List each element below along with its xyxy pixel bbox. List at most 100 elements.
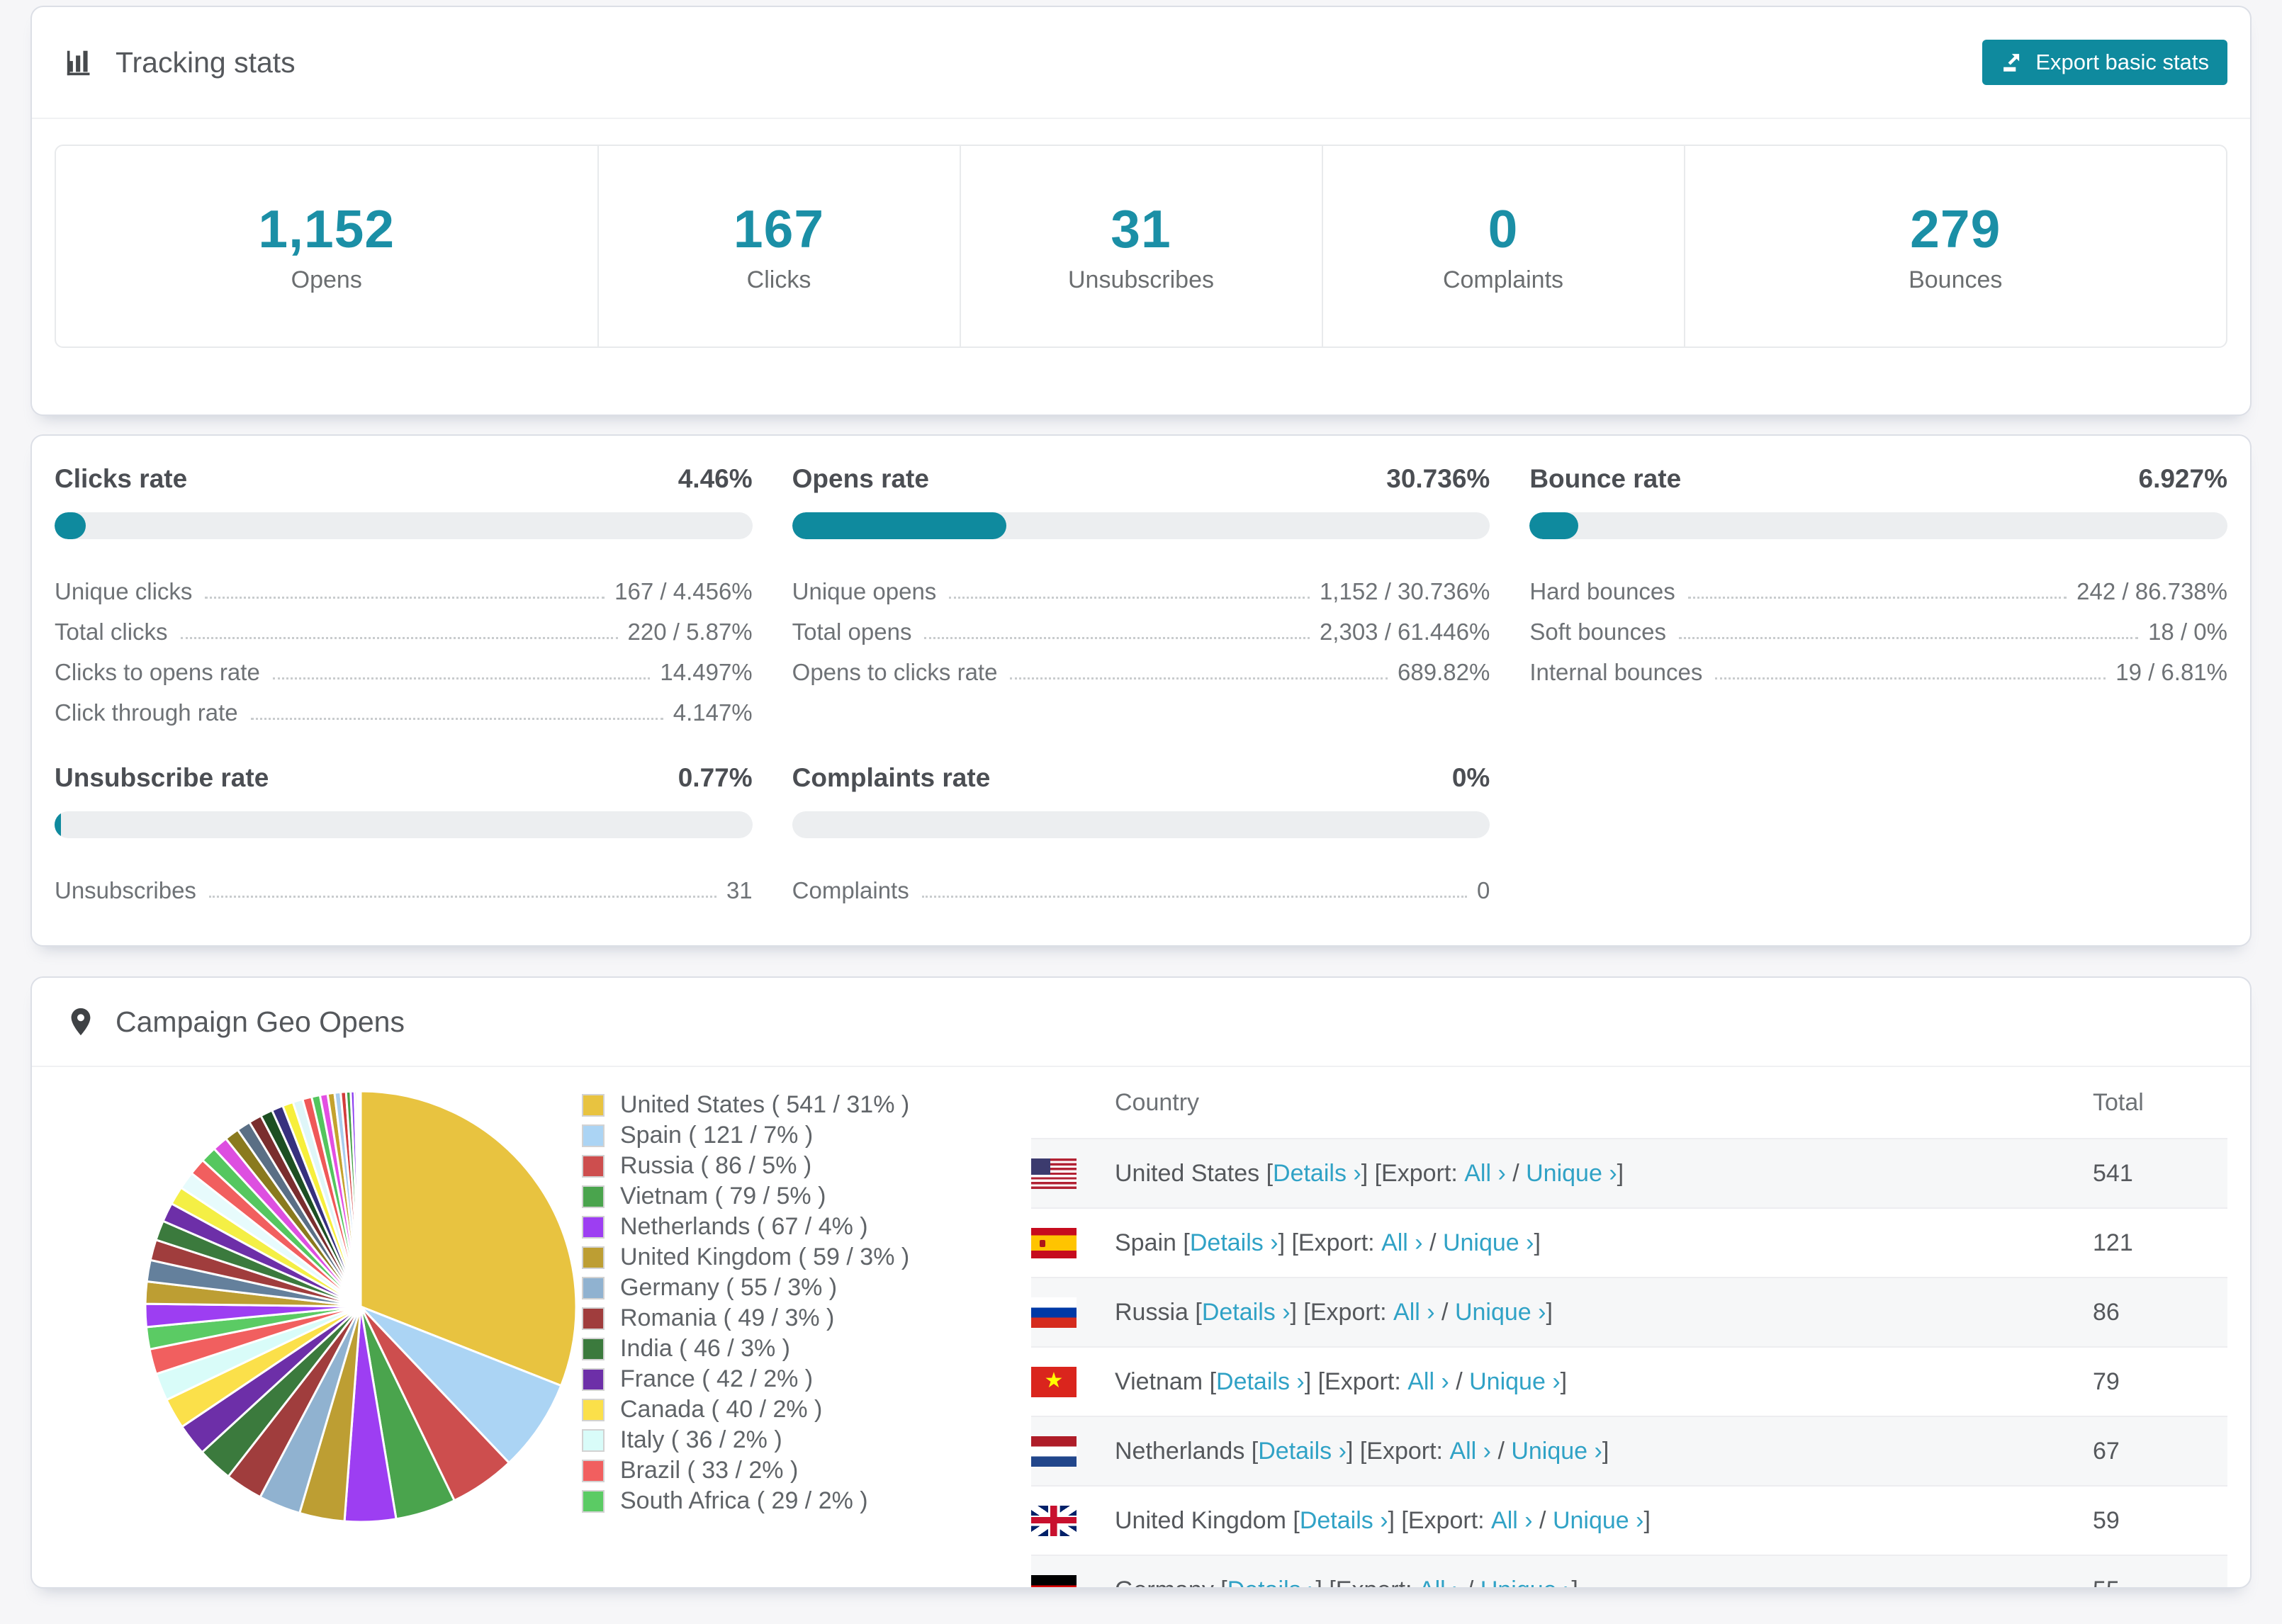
bracket: [ bbox=[1220, 1577, 1227, 1588]
legend-label: Italy ( 36 / 2% ) bbox=[620, 1426, 782, 1453]
slash-separator: / bbox=[1532, 1506, 1553, 1534]
rate-row-value: 2,303 / 61.446% bbox=[1319, 619, 1490, 645]
legend-label: South Africa ( 29 / 2% ) bbox=[620, 1487, 868, 1514]
stat-cell-complaints: 0 Complaints bbox=[1321, 146, 1684, 346]
bracket: ] bbox=[1617, 1159, 1624, 1187]
bracket: ] [Export: bbox=[1361, 1159, 1465, 1187]
bracket: ] bbox=[1571, 1577, 1578, 1588]
geo-table: Country Total United States [Details ›] … bbox=[1031, 1067, 2227, 1588]
table-row-nl: Netherlands [Details ›] [Export: All › /… bbox=[1031, 1416, 2227, 1485]
export-unique-link[interactable]: Unique › bbox=[1526, 1160, 1617, 1188]
legend-item: Germany ( 55 / 3% ) bbox=[582, 1273, 1007, 1303]
stat-cell-clicks: 167 Clicks bbox=[597, 146, 960, 346]
slash-separator: / bbox=[1491, 1437, 1512, 1465]
card1-padding bbox=[32, 348, 2250, 415]
rate-rows: Unique clicks 167 / 4.456% Total clicks 220… bbox=[55, 565, 753, 726]
flag-cell bbox=[1031, 1227, 1115, 1258]
bracket: [ bbox=[1293, 1506, 1300, 1534]
rate-row: Click through rate 4.147% bbox=[55, 686, 753, 726]
rate-row: Unique clicks 167 / 4.456% bbox=[55, 565, 753, 605]
legend-swatch bbox=[582, 1368, 605, 1391]
pie-slice-other[interactable] bbox=[359, 1090, 362, 1307]
rates-grid: Clicks rate 4.46% Unique clicks 167 / 4.456… bbox=[55, 464, 2227, 904]
legend-item: Russia ( 86 / 5% ) bbox=[582, 1151, 1007, 1181]
table-row-us: United States [Details ›] [Export: All ›… bbox=[1031, 1138, 2227, 1207]
dotted-leader bbox=[1687, 597, 2067, 599]
stat-value: 279 bbox=[1910, 199, 2001, 259]
rate-row-label: Internal bounces bbox=[1529, 659, 1703, 685]
bracket: [ bbox=[1195, 1298, 1202, 1326]
rate-row-value: 220 / 5.87% bbox=[627, 619, 753, 645]
slash-separator: / bbox=[1460, 1577, 1480, 1588]
rate-row: Unique opens 1,152 / 30.736% bbox=[792, 565, 1490, 605]
rate-row-value: 242 / 86.738% bbox=[2076, 578, 2227, 604]
geo-opens-header: Campaign Geo Opens bbox=[32, 978, 2250, 1067]
details-link[interactable]: Details › bbox=[1258, 1438, 1347, 1465]
country-cell: United States [Details ›] [Export: All ›… bbox=[1115, 1160, 2093, 1188]
geo-body: United States ( 541 / 31% ) Spain ( 121 /… bbox=[32, 1067, 2250, 1588]
table-row-de: Germany [Details ›] [Export: All › / Uni… bbox=[1031, 1555, 2227, 1588]
export-all-link[interactable]: All › bbox=[1393, 1299, 1435, 1326]
legend-swatch bbox=[582, 1398, 605, 1421]
details-link[interactable]: Details › bbox=[1202, 1299, 1291, 1326]
details-link[interactable]: Details › bbox=[1300, 1507, 1388, 1535]
rate-section-title: Opens rate bbox=[792, 464, 929, 493]
export-basic-stats-button[interactable]: Export basic stats bbox=[1982, 40, 2227, 85]
rate-row-label: Total opens bbox=[792, 619, 912, 645]
export-unique-link[interactable]: Unique › bbox=[1443, 1229, 1534, 1257]
legend-item: South Africa ( 29 / 2% ) bbox=[582, 1486, 1007, 1516]
stat-value: 1,152 bbox=[258, 199, 395, 259]
bar-chart-icon bbox=[67, 50, 90, 76]
country-name: United States bbox=[1115, 1159, 1266, 1187]
total-cell: 86 bbox=[2093, 1298, 2120, 1326]
stat-label: Bounces bbox=[1909, 266, 2003, 293]
flag-ru-icon bbox=[1031, 1297, 1077, 1328]
flag-nl-icon bbox=[1031, 1436, 1077, 1467]
details-link[interactable]: Details › bbox=[1190, 1229, 1278, 1257]
legend-item: Canada ( 40 / 2% ) bbox=[582, 1394, 1007, 1425]
bracket: ] bbox=[1643, 1506, 1651, 1534]
export-all-link[interactable]: All › bbox=[1491, 1507, 1533, 1535]
export-button-label: Export basic stats bbox=[2035, 50, 2209, 74]
column-header-country: Country bbox=[1115, 1088, 1200, 1116]
dotted-leader bbox=[921, 896, 1467, 898]
stat-label: Complaints bbox=[1442, 266, 1564, 293]
dotted-leader bbox=[208, 896, 716, 898]
details-link[interactable]: Details › bbox=[1216, 1368, 1305, 1396]
details-link[interactable]: Details › bbox=[1227, 1577, 1316, 1588]
rate-row-value: 167 / 4.456% bbox=[614, 578, 753, 604]
details-link[interactable]: Details › bbox=[1273, 1160, 1361, 1188]
page-title: Tracking stats bbox=[116, 45, 296, 79]
export-all-link[interactable]: All › bbox=[1407, 1368, 1449, 1396]
export-unique-link[interactable]: Unique › bbox=[1455, 1299, 1546, 1326]
export-unique-link[interactable]: Unique › bbox=[1469, 1368, 1561, 1396]
country-name: Vietnam bbox=[1115, 1368, 1210, 1395]
geo-opens-title: Campaign Geo Opens bbox=[116, 1005, 405, 1038]
rate-section-unsubscribe-rate: Unsubscribe rate 0.77% Unsubscribes 31 bbox=[55, 763, 753, 904]
legend-label: Romania ( 49 / 3% ) bbox=[620, 1304, 835, 1331]
map-pin-icon bbox=[71, 1008, 91, 1036]
bracket: ] [Export: bbox=[1388, 1506, 1492, 1534]
tracking-stats-title-wrap: Tracking stats bbox=[64, 46, 296, 79]
export-all-link[interactable]: All › bbox=[1419, 1577, 1461, 1588]
export-unique-link[interactable]: Unique › bbox=[1511, 1438, 1602, 1465]
export-all-link[interactable]: All › bbox=[1449, 1438, 1491, 1465]
export-unique-link[interactable]: Unique › bbox=[1553, 1507, 1644, 1535]
rate-section-head: Unsubscribe rate 0.77% bbox=[55, 763, 753, 793]
export-all-link[interactable]: All › bbox=[1464, 1160, 1506, 1188]
rate-row: Hard bounces 242 / 86.738% bbox=[1529, 565, 2227, 605]
total-cell: 121 bbox=[2093, 1229, 2133, 1256]
rate-progress-fill bbox=[55, 811, 61, 838]
rate-progress-bar bbox=[792, 512, 1490, 539]
export-all-link[interactable]: All › bbox=[1381, 1229, 1423, 1257]
bracket: ] bbox=[1546, 1298, 1553, 1326]
geo-pie-chart bbox=[55, 1067, 582, 1526]
stat-cell-unsubscribes: 31 Unsubscribes bbox=[959, 146, 1322, 346]
bracket: [ bbox=[1183, 1229, 1190, 1256]
country-name: United Kingdom bbox=[1115, 1506, 1293, 1534]
export-unique-link[interactable]: Unique › bbox=[1480, 1577, 1572, 1588]
rate-row-label: Clicks to opens rate bbox=[55, 659, 260, 685]
flag-cell bbox=[1031, 1505, 1115, 1536]
dotted-leader bbox=[250, 718, 663, 720]
legend-swatch bbox=[582, 1124, 605, 1147]
